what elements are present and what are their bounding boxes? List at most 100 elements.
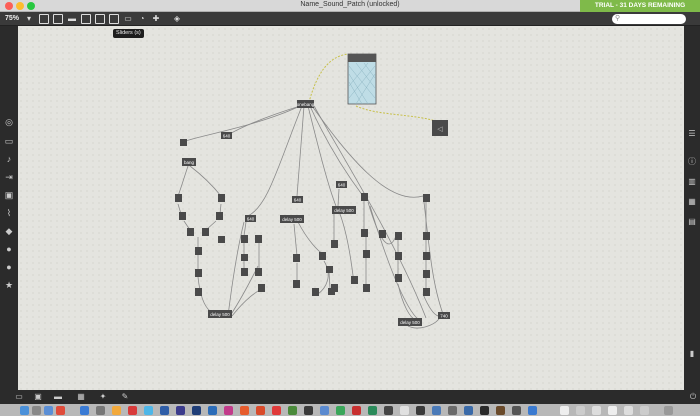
toggle-object [312, 288, 319, 296]
app-icon[interactable] [240, 406, 249, 415]
diamond-icon[interactable]: ◆ [3, 225, 15, 237]
app-icon[interactable] [448, 406, 457, 415]
toggle-object [319, 252, 326, 260]
app-icon[interactable] [56, 406, 65, 415]
app-icon[interactable] [144, 406, 153, 415]
finder-icon[interactable] [20, 406, 29, 415]
app-icon[interactable] [96, 406, 105, 415]
scrollbar-icon[interactable]: ▮ [686, 348, 698, 360]
app-icon[interactable] [496, 406, 505, 415]
trash-icon[interactable] [664, 406, 673, 415]
app-icon[interactable] [192, 406, 201, 415]
object-bang[interactable]: bang [182, 158, 196, 166]
app-icon[interactable] [368, 406, 377, 415]
app-icon[interactable] [44, 406, 53, 415]
comment-icon[interactable]: ▬ [67, 14, 77, 24]
app-icon[interactable] [432, 406, 441, 415]
number-box-640[interactable]: 640 [292, 196, 303, 203]
object-delay-500[interactable]: delay 500 [398, 318, 422, 326]
app-icon[interactable] [480, 406, 489, 415]
number-box-640[interactable]: 640 [336, 181, 347, 188]
svg-text:640: 640 [223, 134, 231, 139]
app-icon[interactable] [176, 406, 185, 415]
toggle-object [258, 284, 265, 292]
audio-routing-icon[interactable]: ⇥ [3, 171, 15, 183]
app-icon[interactable] [384, 406, 393, 415]
number-box-icon[interactable] [109, 14, 119, 24]
image-icon[interactable]: ▣ [3, 189, 15, 201]
new-object-icon[interactable] [39, 14, 49, 24]
app-icon[interactable] [160, 406, 169, 415]
toggle-object [241, 254, 248, 261]
message-box-icon[interactable] [53, 14, 63, 24]
number-box-740[interactable]: 740 [438, 312, 450, 319]
toggle-object [361, 193, 368, 201]
app-icon[interactable] [304, 406, 313, 415]
app-icon[interactable] [128, 406, 137, 415]
app-icon[interactable] [352, 406, 361, 415]
object-onebang[interactable]: onebang [297, 100, 315, 108]
app-icon[interactable] [576, 406, 585, 415]
toggle-object [216, 212, 223, 220]
toggle-object [180, 139, 187, 146]
chevron-down-icon[interactable]: ▾ [24, 14, 34, 24]
number-box-640[interactable]: 640 [245, 215, 256, 222]
patch-cords-layer: ◁ onebang 640 bang 640 640 640 740 delay… [175, 53, 450, 329]
target-icon[interactable]: ◎ [3, 116, 15, 128]
object-delay-500[interactable]: delay 500 [208, 310, 232, 318]
app-icon[interactable] [592, 406, 601, 415]
paperclip-icon[interactable]: ⌇ [3, 207, 15, 219]
console-icon[interactable]: ▬ [53, 392, 63, 402]
power-icon[interactable]: ⏻ [688, 392, 698, 402]
patcher-window-icon[interactable]: ▭ [14, 392, 24, 402]
info-icon[interactable]: ⓘ [686, 156, 698, 168]
app-icon[interactable] [32, 406, 41, 415]
app-icon[interactable] [320, 406, 329, 415]
list-icon[interactable]: ☰ [686, 128, 698, 140]
table-icon[interactable]: ▤ [686, 216, 698, 228]
toggle-object [195, 247, 202, 255]
app-icon[interactable] [272, 406, 281, 415]
app-icon[interactable] [208, 406, 217, 415]
pin-icon[interactable]: ✦ [98, 392, 108, 402]
search-input[interactable]: ⚲ [612, 14, 686, 24]
number-box-640[interactable]: 640 [221, 132, 232, 139]
app-icon[interactable] [416, 406, 425, 415]
grid-icon[interactable]: ▦ [686, 196, 698, 208]
app-icon[interactable] [112, 406, 121, 415]
app-icon[interactable] [528, 406, 537, 415]
trial-banner[interactable]: TRIAL - 31 DAYS REMAINING [580, 0, 700, 12]
music-note-icon[interactable]: ♪ [3, 153, 15, 165]
app-icon[interactable] [80, 406, 89, 415]
circle-b-icon[interactable]: ● [3, 261, 15, 273]
add-object-icon[interactable]: ✚ [151, 14, 161, 24]
object-delay-500[interactable]: delay 500 [280, 215, 304, 223]
app-icon[interactable] [400, 406, 409, 415]
sliders-icon[interactable]: ▭ [123, 14, 133, 24]
toggle-icon[interactable] [81, 14, 91, 24]
wrench-icon[interactable]: ✎ [120, 392, 130, 402]
app-icon[interactable] [560, 406, 569, 415]
app-icon[interactable] [288, 406, 297, 415]
app-icon[interactable] [224, 406, 233, 415]
columns-icon[interactable]: ▥ [686, 176, 698, 188]
star-icon[interactable]: ★ [3, 279, 15, 291]
zoom-level[interactable]: 75% [5, 15, 19, 22]
app-icon[interactable] [464, 406, 473, 415]
app-icon[interactable] [608, 406, 617, 415]
app-icon[interactable] [624, 406, 633, 415]
patcher-canvas[interactable]: ◁ onebang 640 bang 640 640 640 740 delay… [18, 26, 684, 390]
app-icon[interactable] [512, 406, 521, 415]
video-icon[interactable]: ▭ [3, 135, 15, 147]
presentation-icon[interactable]: ▣ [33, 392, 43, 402]
object-delay-500[interactable]: delay 500 [332, 206, 356, 214]
paint-bucket-icon[interactable]: ◈ [172, 14, 182, 24]
dial-icon[interactable]: ◔ [137, 14, 147, 24]
bang-icon[interactable] [95, 14, 105, 24]
app-icon[interactable] [640, 406, 649, 415]
app-icon[interactable] [336, 406, 345, 415]
circle-v-icon[interactable]: ● [3, 243, 15, 255]
app-icon[interactable] [256, 406, 265, 415]
grid-toggle-icon[interactable]: ▦ [76, 392, 86, 402]
toggle-object [202, 228, 209, 236]
